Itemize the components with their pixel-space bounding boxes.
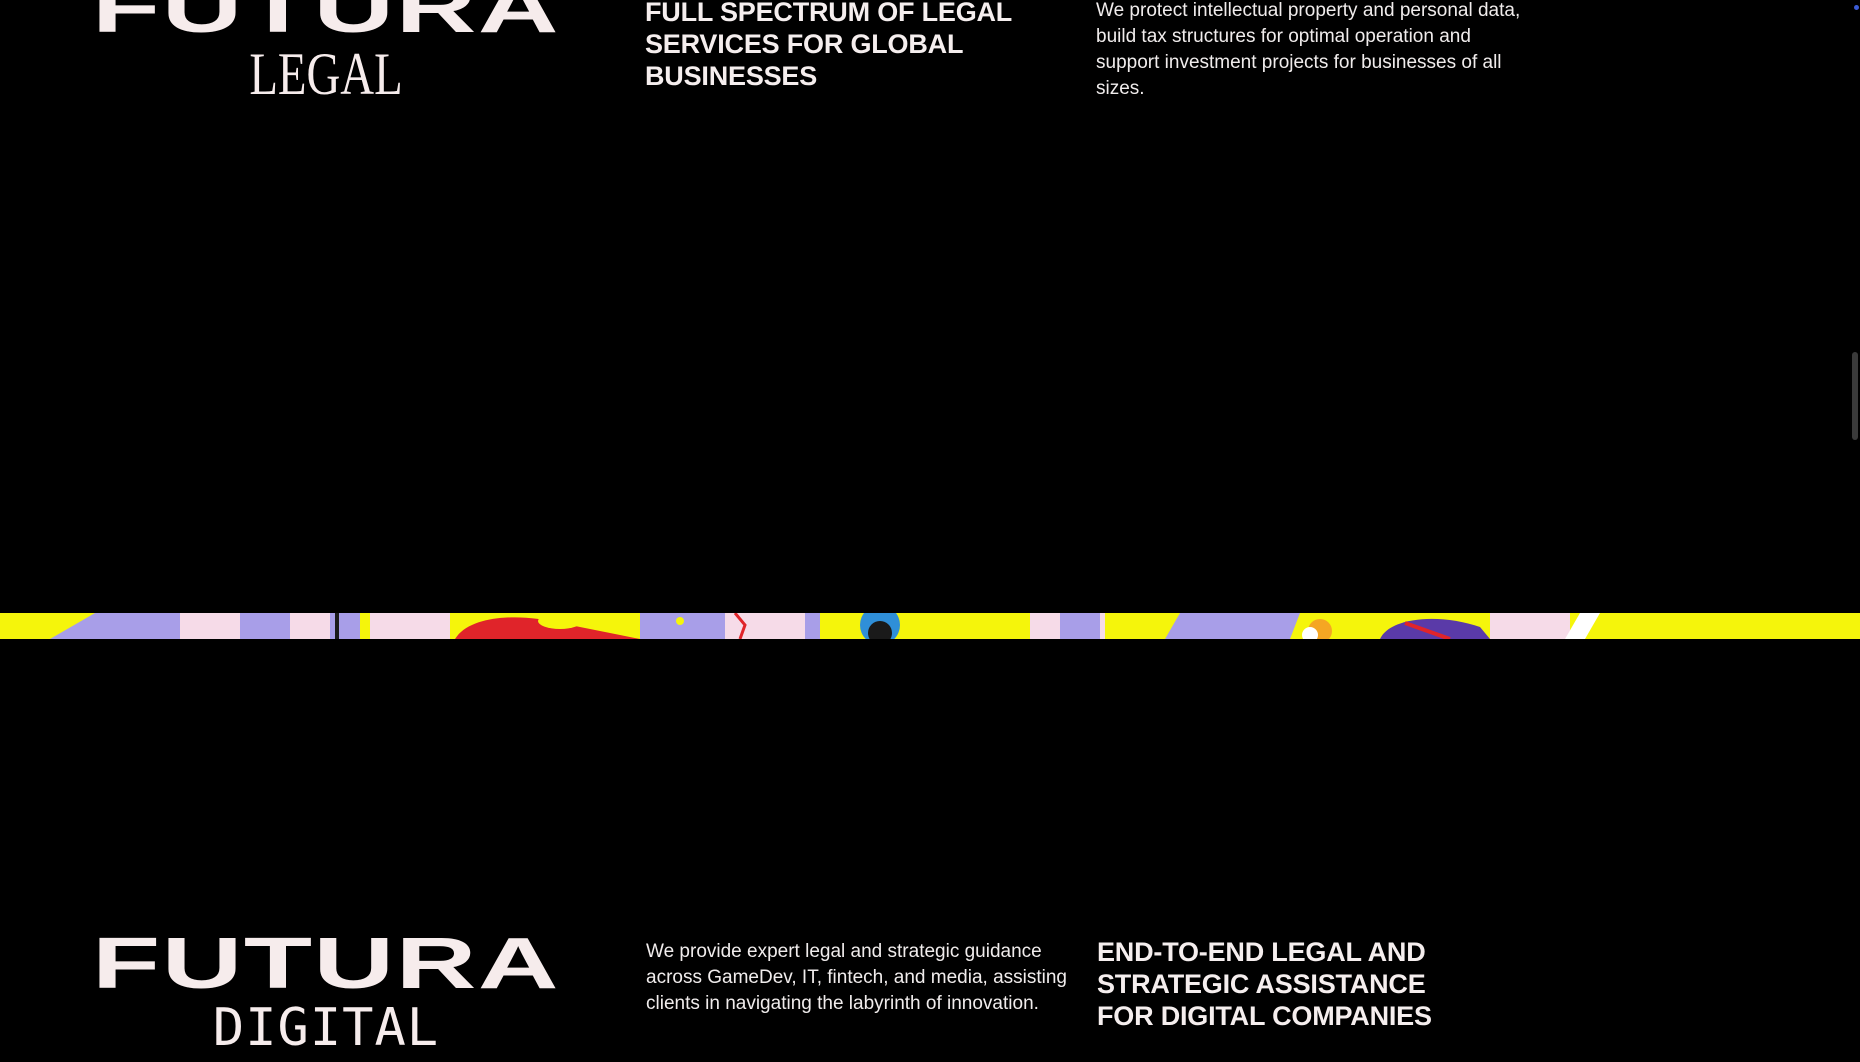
- legal-heading: FULL SPECTRUM OF LEGAL SERVICES FOR GLOB…: [645, 0, 1013, 91]
- status-dot-icon: [1854, 5, 1859, 10]
- logo-wordmark: FUTURA: [91, 0, 561, 48]
- banner-illustration: [0, 613, 1860, 639]
- page-scrollbar[interactable]: [1850, 0, 1860, 1062]
- digital-heading: END-TO-END LEGAL AND STRATEGIC ASSISTANC…: [1097, 937, 1432, 1031]
- legal-description: We protect intellectual property and per…: [1096, 0, 1521, 99]
- futura-digital-logo[interactable]: FUTURA DIGITAL: [92, 928, 558, 1058]
- scrollbar-thumb[interactable]: [1852, 352, 1858, 440]
- logo-subtitle: DIGITAL: [212, 998, 440, 1058]
- logo-wordmark: FUTURA: [91, 924, 561, 1004]
- digital-description: We provide expert legal and strategic gu…: [646, 941, 1067, 1014]
- futura-legal-logo[interactable]: FUTURA LEGAL: [92, 0, 558, 107]
- logo-subtitle: LEGAL: [249, 41, 403, 107]
- illustration-banner: [0, 613, 1860, 639]
